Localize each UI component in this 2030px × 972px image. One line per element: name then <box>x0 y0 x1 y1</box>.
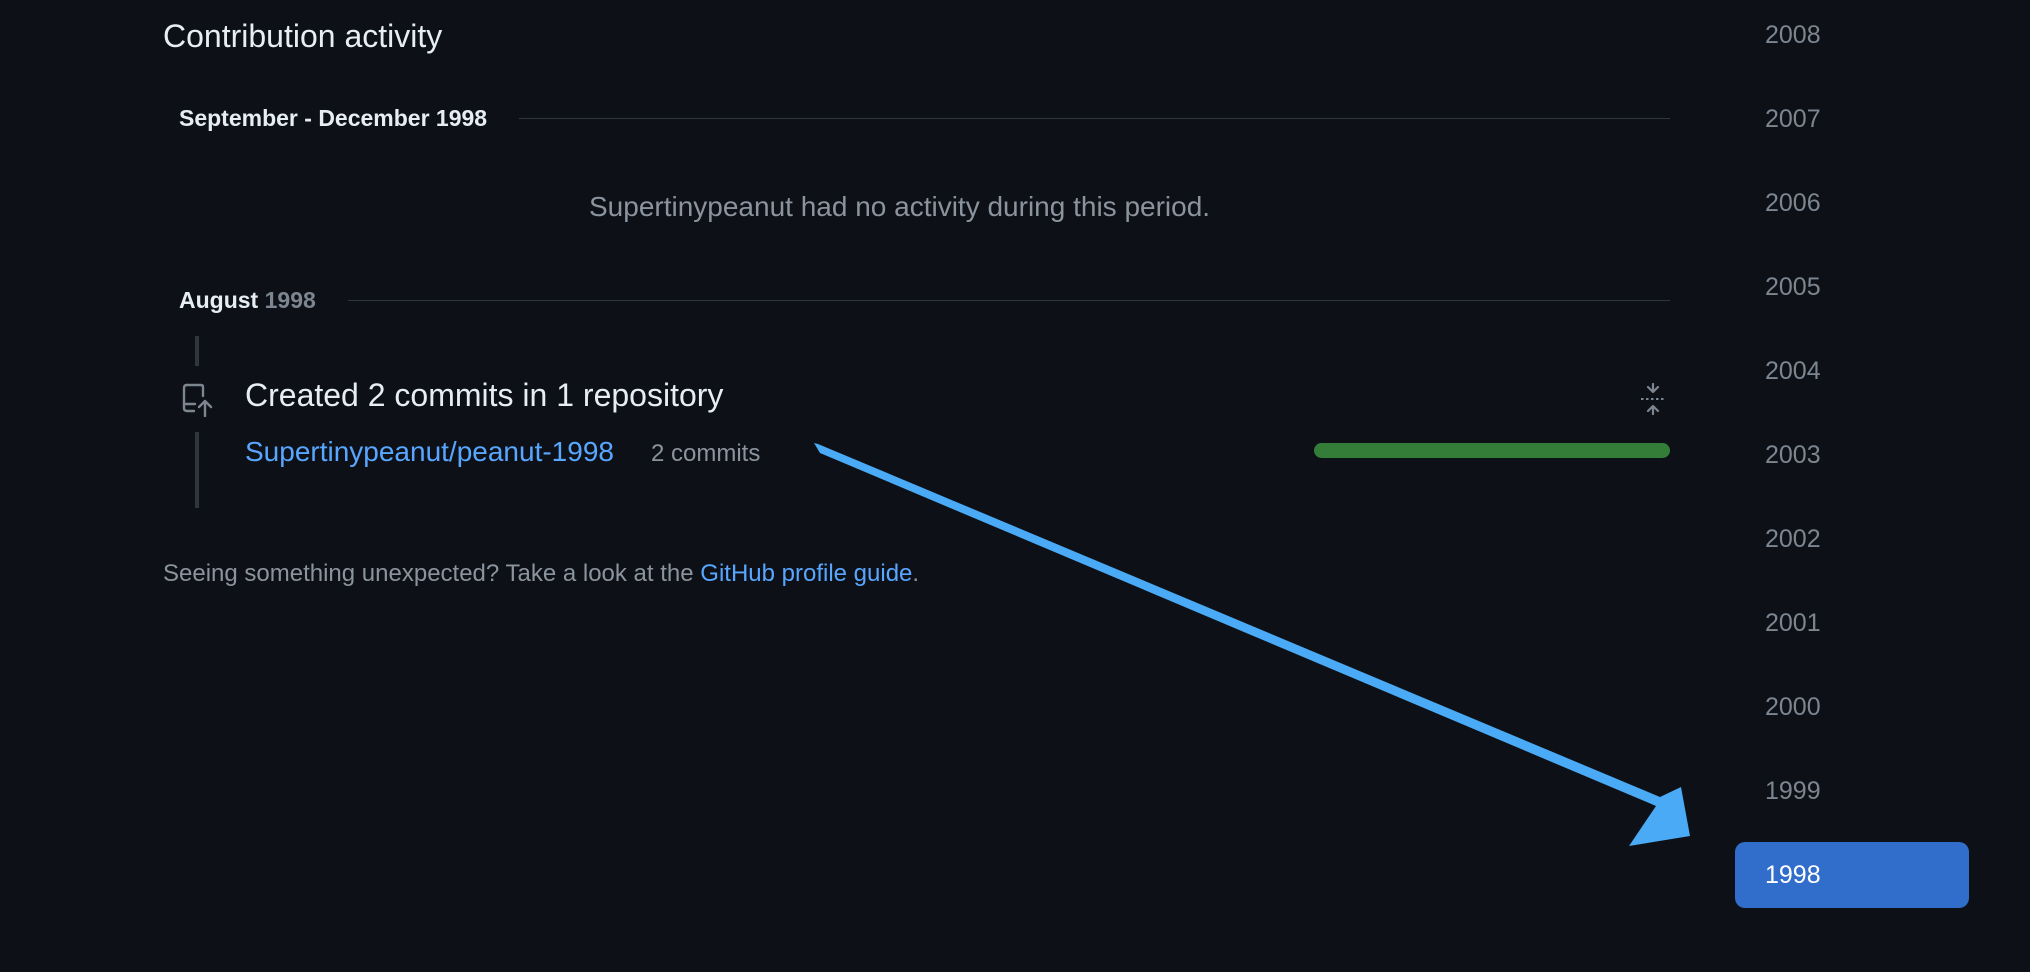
activity-bar <box>1314 443 1670 458</box>
section-title: Contribution activity <box>163 18 443 54</box>
year-item-2005[interactable]: 2005 <box>1735 254 1969 320</box>
period-year: 1998 <box>264 287 316 313</box>
year-item-2000[interactable]: 2000 <box>1735 674 1969 740</box>
period-label: August 1998 <box>179 287 316 314</box>
footer-prefix: Seeing something unexpected? Take a look… <box>163 560 701 587</box>
year-item-2004[interactable]: 2004 <box>1735 338 1969 404</box>
annotation-arrow <box>814 443 1690 846</box>
year-item-2006[interactable]: 2006 <box>1735 170 1969 236</box>
fold-icon[interactable] <box>1638 382 1668 416</box>
year-item-2002[interactable]: 2002 <box>1735 506 1969 572</box>
period-label: September - December 1998 <box>179 105 488 131</box>
repo-link[interactable]: Supertinypeanut/peanut-1998 <box>245 436 614 468</box>
activity-bar-fill <box>1314 443 1670 458</box>
commit-count: 2 commits <box>651 440 761 467</box>
period-header-august: August 1998 <box>179 287 1670 314</box>
period-month: August <box>179 287 259 313</box>
year-item-1999[interactable]: 1999 <box>1735 758 1969 824</box>
year-item-2001[interactable]: 2001 <box>1735 590 1969 656</box>
period-divider <box>519 118 1670 119</box>
footer-suffix: . <box>912 560 920 587</box>
timeline-line <box>195 432 199 508</box>
footer-note: Seeing something unexpected? Take a look… <box>163 560 919 588</box>
year-item-2008[interactable]: 2008 <box>1735 2 1969 68</box>
period-divider <box>347 300 1670 301</box>
year-item-1998[interactable]: 1998 <box>1735 842 1969 908</box>
year-item-2003[interactable]: 2003 <box>1735 422 1969 488</box>
no-activity-message: Supertinypeanut had no activity during t… <box>589 191 1211 222</box>
commits-heading: Created 2 commits in 1 repository <box>245 377 724 413</box>
year-item-2007[interactable]: 2007 <box>1735 86 1969 152</box>
repo-push-icon <box>182 383 213 417</box>
timeline-line <box>195 336 199 366</box>
profile-guide-link[interactable]: GitHub profile guide <box>700 560 912 587</box>
period-header-sep-dec: September - December 1998 <box>179 105 1670 132</box>
